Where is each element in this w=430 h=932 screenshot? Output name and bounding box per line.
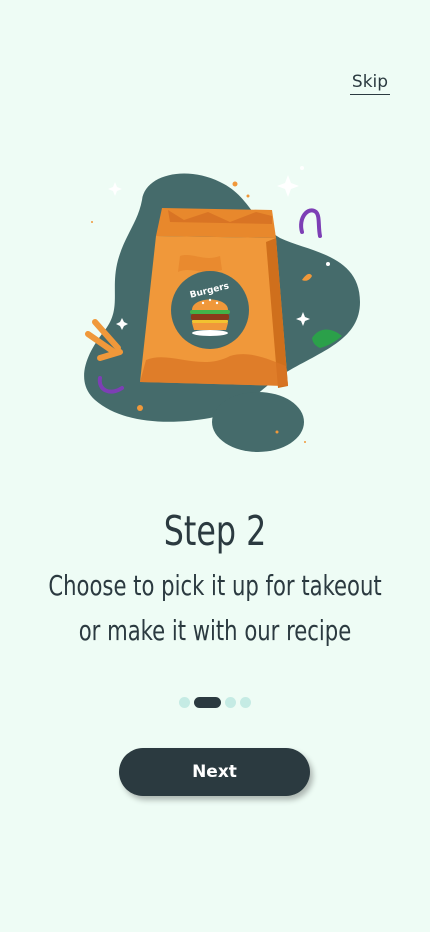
burger-bag-icon: Burgers: [140, 208, 288, 388]
pagination-dots: [0, 697, 430, 708]
pagination-dot-1[interactable]: [179, 697, 190, 708]
step-title: Step 2: [163, 507, 267, 555]
pagination-dot-4[interactable]: [240, 697, 251, 708]
onboarding-illustration: Burgers: [80, 160, 365, 460]
step-description: Choose to pick it up for takeout or make…: [34, 563, 395, 653]
skip-button[interactable]: Skip: [350, 72, 390, 95]
step-description-line-2: or make it with our recipe: [78, 614, 352, 647]
step-description-line-1: Choose to pick it up for takeout: [48, 569, 382, 602]
pagination-dot-2-active[interactable]: [194, 697, 221, 708]
next-button[interactable]: Next: [119, 748, 310, 796]
pagination-dot-3[interactable]: [225, 697, 236, 708]
